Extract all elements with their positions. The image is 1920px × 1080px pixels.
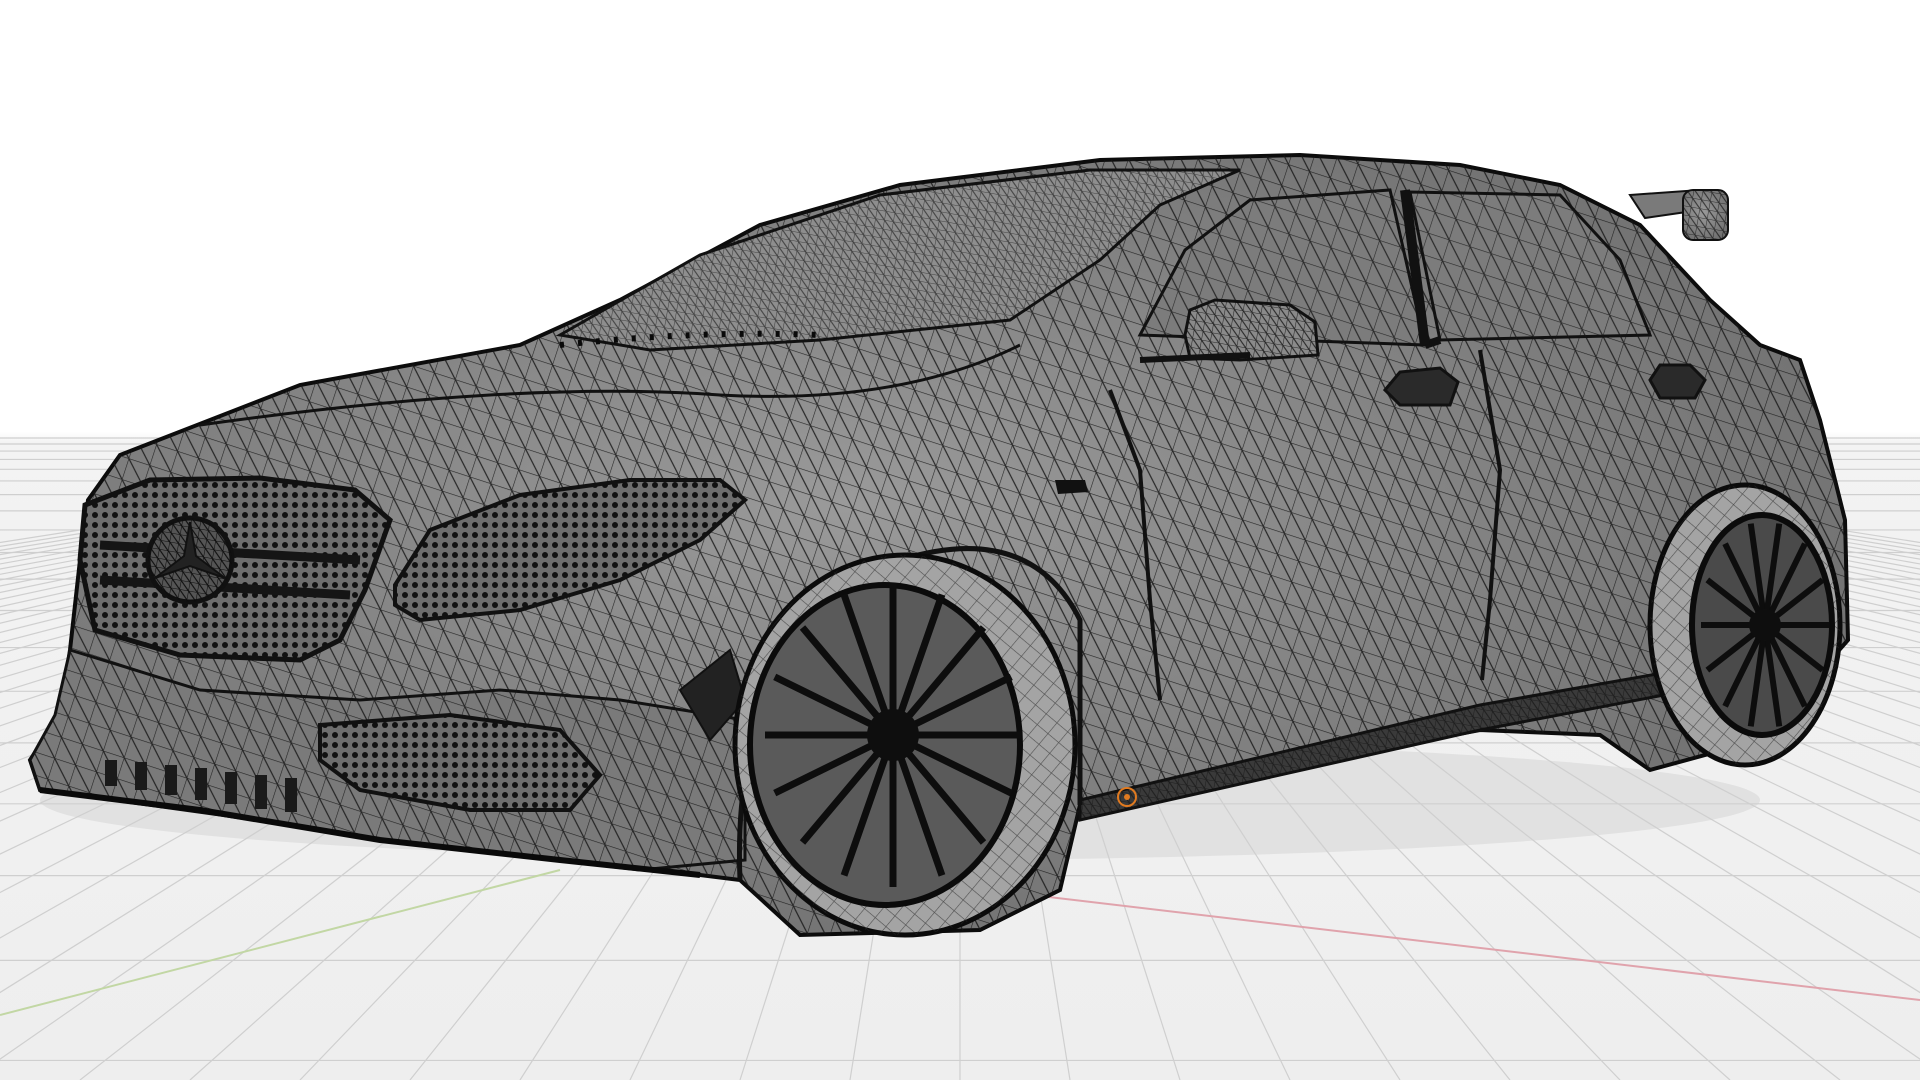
front-hub — [867, 709, 919, 761]
front-grille[interactable] — [77, 475, 393, 663]
door-handle-rear[interactable] — [1648, 363, 1707, 400]
viewport-canvas[interactable] — [0, 0, 1920, 1080]
front-wheel[interactable] — [732, 552, 1078, 938]
y-axis-line — [0, 869, 561, 1016]
rear-wheel[interactable] — [1647, 482, 1843, 768]
rear-hub — [1749, 609, 1781, 641]
3d-viewport[interactable] — [0, 0, 1920, 1080]
